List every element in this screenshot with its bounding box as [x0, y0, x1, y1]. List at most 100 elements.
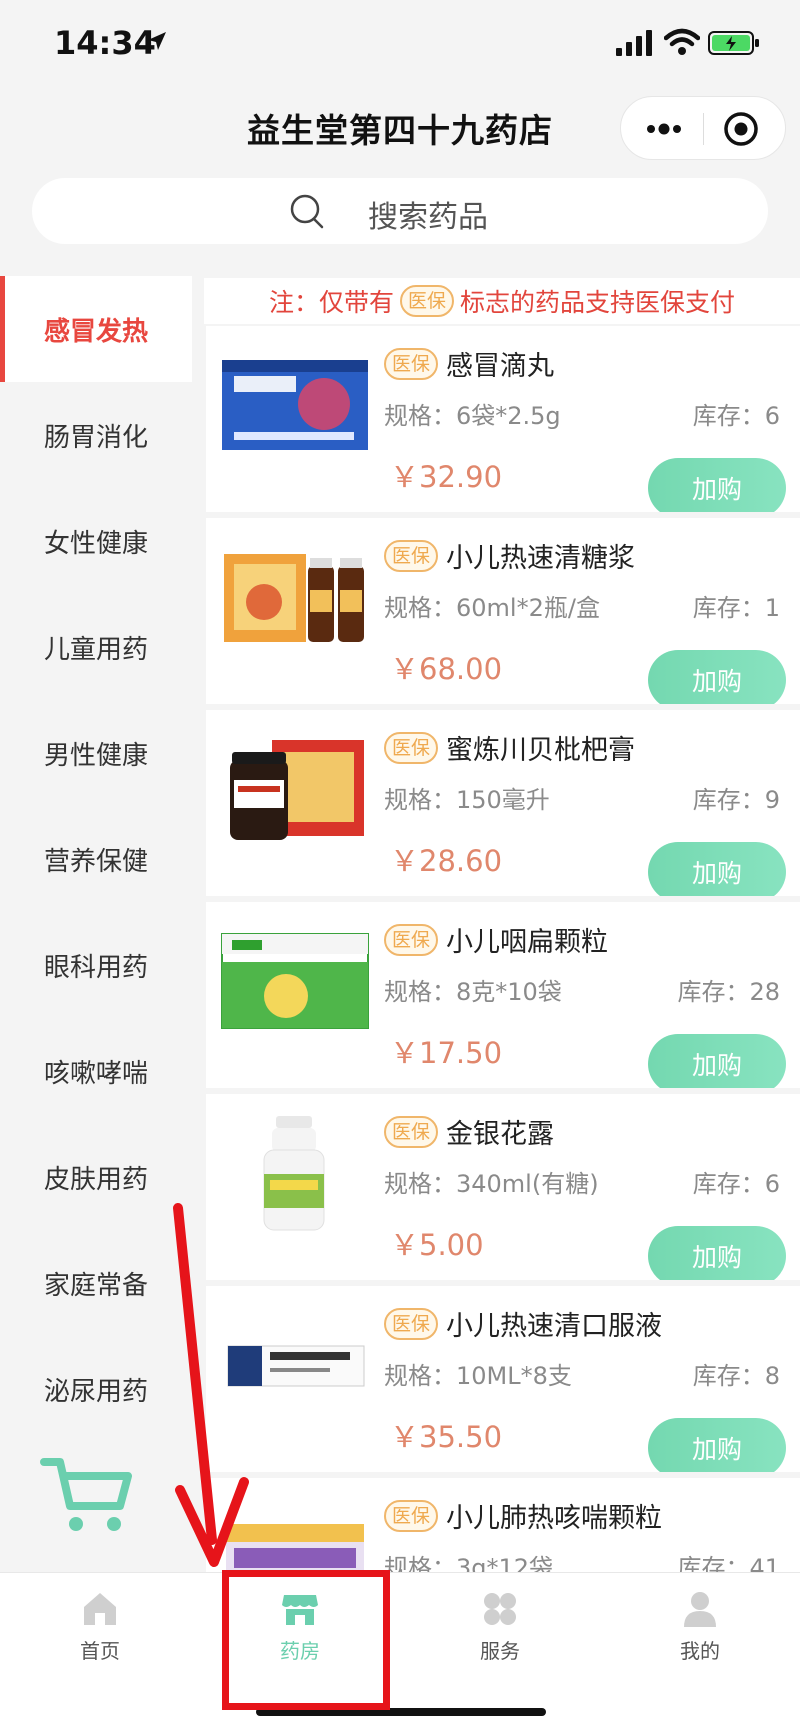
product-stock: 库存：1	[692, 594, 780, 622]
product-price: ￥5.00	[390, 1228, 484, 1262]
product-card[interactable]: 医保 小儿热速清口服液 规格：10ML*8支 库存：8 ￥35.50 加购	[206, 1286, 800, 1478]
product-price: ￥35.50	[390, 1420, 503, 1454]
insurance-badge: 医保	[384, 1499, 439, 1532]
tab-label: 我的	[680, 1639, 720, 1663]
tab-pharmacy[interactable]: 药房	[200, 1589, 400, 1689]
tab-label: 药房	[280, 1639, 320, 1663]
product-title-row: 医保 小儿热速清糖浆	[384, 536, 635, 575]
product-spec: 规格：3g*12袋	[384, 1554, 554, 1572]
notice-prefix: 注：仅带有	[268, 288, 394, 317]
product-image-honeysuckle-bottle	[263, 1116, 325, 1231]
insurance-badge: 医保	[384, 1115, 439, 1148]
tab-profile[interactable]: 我的	[600, 1589, 800, 1689]
capsule-divider	[703, 113, 704, 145]
product-card[interactable]: 医保 小儿肺热咳喘颗粒 规格：3g*12袋 库存：41	[206, 1478, 800, 1572]
product-price: ￥32.90	[390, 460, 503, 494]
pharmacy-icon	[282, 1595, 318, 1625]
product-title-row: 医保 感冒滴丸	[384, 344, 554, 383]
search-placeholder: 搜索药品	[368, 200, 488, 235]
notice-suffix: 标志的药品支持医保支付	[460, 288, 736, 317]
product-stock: 库存：6	[692, 1170, 780, 1198]
product-image-syrup	[224, 554, 364, 642]
sidebar-item-ophthalmic[interactable]: 眼科用药	[0, 912, 192, 1018]
product-name: 小儿热速清糖浆	[446, 543, 636, 574]
product-spec: 规格：340ml(有糖)	[384, 1170, 599, 1198]
sidebar-item-cough-asthma[interactable]: 咳嗽哮喘	[0, 1018, 192, 1124]
product-image-cough-granules	[226, 1524, 364, 1572]
product-image-oral-liquid	[227, 1345, 365, 1387]
sidebar-item-digestion[interactable]: 肠胃消化	[0, 382, 192, 488]
add-to-cart-button[interactable]: 加购	[648, 842, 786, 902]
insurance-badge: 医保	[399, 285, 454, 317]
product-stock: 库存：28	[677, 978, 780, 1006]
add-to-cart-button[interactable]: 加购	[648, 1226, 786, 1286]
product-stock: 库存：9	[692, 786, 780, 814]
cellular-signal-icon	[616, 30, 652, 56]
product-title-row: 医保 蜜炼川贝枇杷膏	[384, 728, 635, 767]
tab-home[interactable]: 首页	[0, 1589, 200, 1689]
home-icon	[84, 1593, 116, 1625]
product-name: 小儿咽扁颗粒	[446, 927, 609, 958]
product-price: ￥17.50	[390, 1036, 503, 1070]
product-card[interactable]: 医保 小儿热速清糖浆 规格：60ml*2瓶/盒 库存：1 ￥68.00 加购	[206, 518, 800, 710]
product-name: 蜜炼川贝枇杷膏	[446, 735, 636, 766]
add-to-cart-button[interactable]: 加购	[648, 1034, 786, 1094]
insurance-badge: 医保	[384, 923, 439, 956]
close-miniprogram-icon[interactable]	[721, 109, 761, 149]
product-spec: 规格：60ml*2瓶/盒	[384, 594, 600, 622]
product-image-granules	[221, 933, 369, 1029]
product-name: 小儿肺热咳喘颗粒	[446, 1503, 663, 1534]
product-spec: 规格：8克*10袋	[384, 978, 562, 1006]
product-spec: 规格：10ML*8支	[384, 1362, 572, 1390]
product-price: ￥28.60	[390, 844, 503, 878]
category-sidebar: 感冒发热 肠胃消化 女性健康 儿童用药 男性健康 营养保健 眼科用药 咳嗽哮喘 …	[0, 276, 192, 1572]
product-spec: 规格：6袋*2.5g	[384, 402, 561, 430]
sidebar-item-mens-health[interactable]: 男性健康	[0, 700, 192, 806]
product-card[interactable]: 医保 感冒滴丸 规格：6袋*2.5g 库存：6 ￥32.90 加购	[206, 326, 800, 518]
profile-icon	[684, 1592, 716, 1627]
product-title-row: 医保 小儿肺热咳喘颗粒	[384, 1496, 662, 1535]
wifi-icon	[664, 28, 700, 55]
insurance-badge: 医保	[384, 731, 439, 764]
product-image-cold-pills	[222, 360, 368, 450]
sidebar-item-womens-health[interactable]: 女性健康	[0, 488, 192, 594]
tab-service[interactable]: 服务	[400, 1589, 600, 1689]
status-time: 14:34	[54, 24, 156, 62]
sidebar-item-cold-fever[interactable]: 感冒发热	[0, 276, 192, 382]
sidebar-item-urology[interactable]: 泌尿用药	[0, 1336, 192, 1442]
product-title-row: 医保 小儿热速清口服液	[384, 1304, 662, 1343]
product-card[interactable]: 医保 金银花露 规格：340ml(有糖) 库存：6 ￥5.00 加购	[206, 1094, 800, 1286]
product-name: 小儿热速清口服液	[446, 1311, 663, 1342]
sidebar-item-nutrition[interactable]: 营养保健	[0, 806, 192, 912]
miniprogram-capsule	[620, 96, 786, 160]
product-image-loquat-syrup	[230, 740, 364, 840]
more-icon[interactable]	[643, 111, 685, 147]
product-stock: 库存：41	[677, 1554, 780, 1572]
product-stock: 库存：6	[692, 402, 780, 430]
battery-icon	[708, 31, 759, 55]
tab-label: 首页	[80, 1639, 120, 1663]
tab-label: 服务	[480, 1639, 520, 1663]
product-spec: 规格：150毫升	[384, 786, 550, 814]
search-icon	[290, 194, 324, 229]
product-card[interactable]: 医保 小儿咽扁颗粒 规格：8克*10袋 库存：28 ￥17.50 加购	[206, 902, 800, 1094]
insurance-badge: 医保	[384, 1307, 439, 1340]
product-name: 感冒滴丸	[446, 351, 555, 382]
product-card[interactable]: 医保 蜜炼川贝枇杷膏 规格：150毫升 库存：9 ￥28.60 加购	[206, 710, 800, 902]
insurance-notice: 注：仅带有 医保 标志的药品支持医保支付	[204, 278, 800, 324]
add-to-cart-button[interactable]: 加购	[648, 650, 786, 710]
product-stock: 库存：8	[692, 1362, 780, 1390]
location-arrow-icon	[148, 32, 166, 50]
cart-icon[interactable]	[40, 1452, 134, 1536]
product-title-row: 医保 小儿咽扁颗粒	[384, 920, 608, 959]
product-price: ￥68.00	[390, 652, 503, 686]
add-to-cart-button[interactable]: 加购	[648, 1418, 786, 1478]
service-icon	[484, 1593, 516, 1625]
status-bar: 14:34	[0, 0, 800, 88]
sidebar-item-household[interactable]: 家庭常备	[0, 1230, 192, 1336]
add-to-cart-button[interactable]: 加购	[648, 458, 786, 518]
sidebar-item-childrens-medicine[interactable]: 儿童用药	[0, 594, 192, 700]
search-input[interactable]: 搜索药品	[32, 178, 768, 244]
home-indicator	[256, 1708, 546, 1716]
sidebar-item-skin[interactable]: 皮肤用药	[0, 1124, 192, 1230]
